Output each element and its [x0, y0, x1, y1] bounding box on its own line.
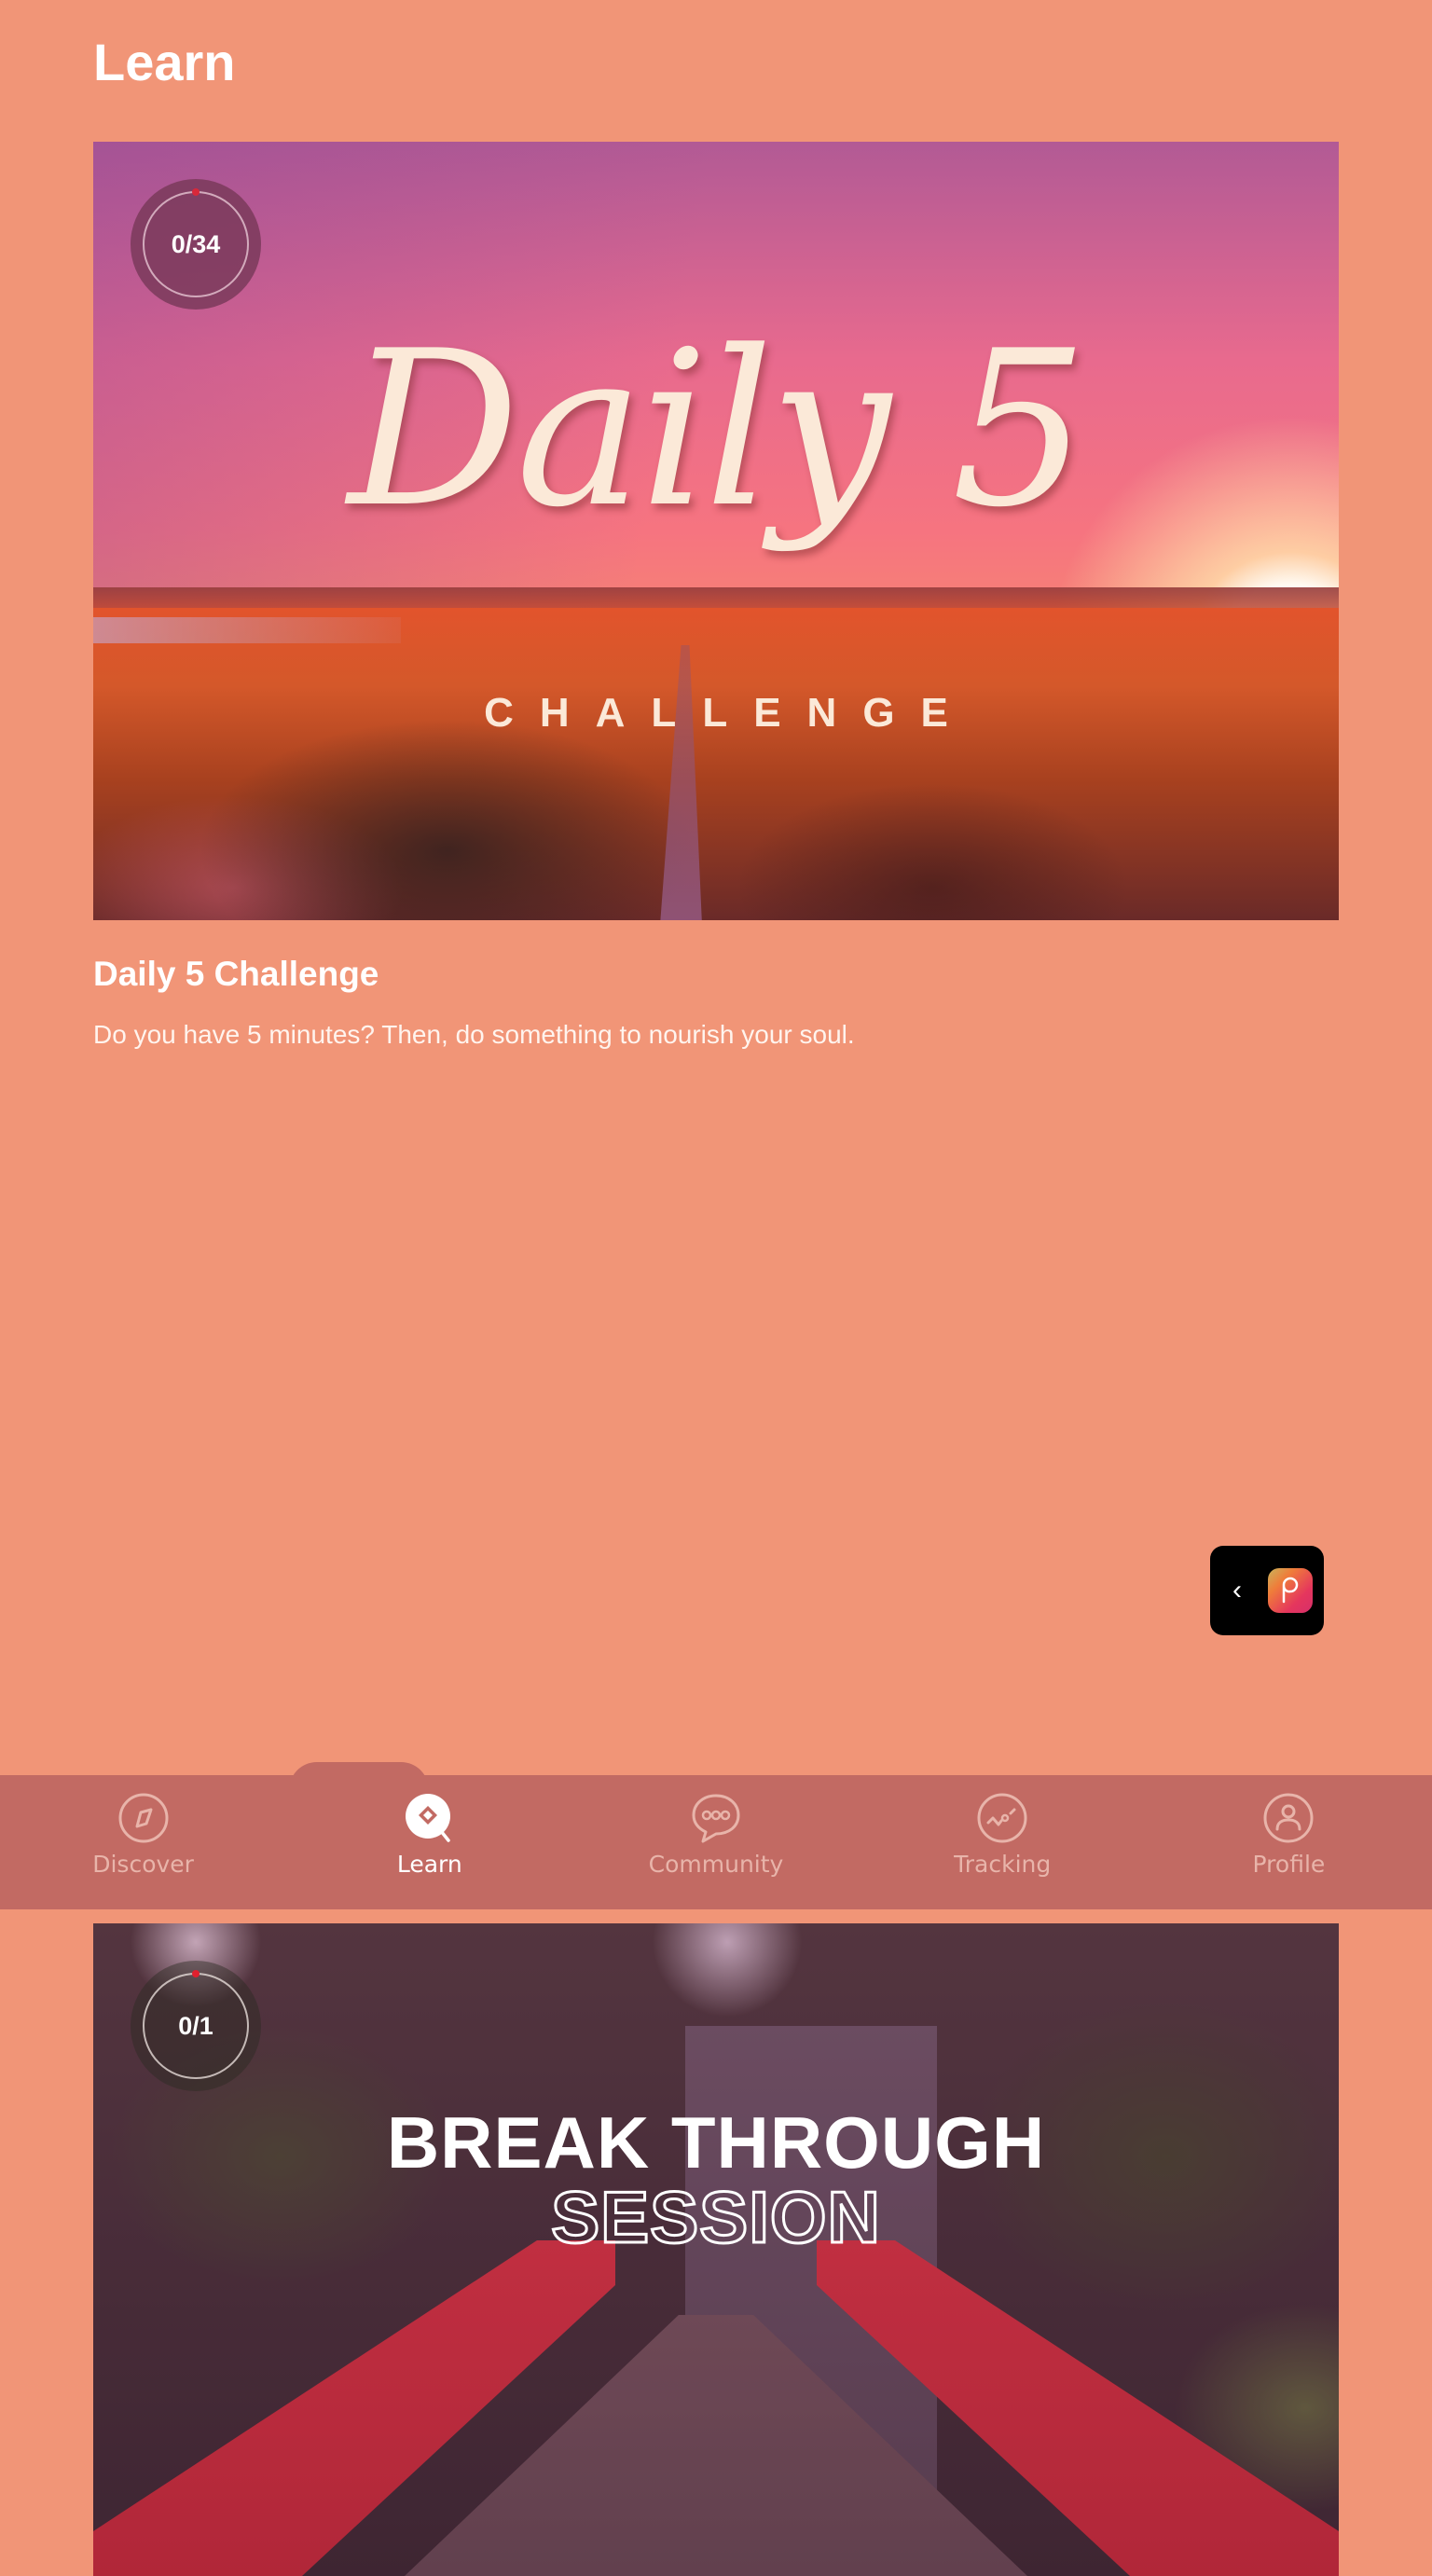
- nav-label: Profile: [1252, 1851, 1326, 1878]
- tracking-chart-icon: [977, 1793, 1027, 1843]
- banner-title: BREAK THROUGH: [386, 2101, 1046, 2183]
- learn-search-icon: [405, 1794, 450, 1842]
- profile-icon: [1263, 1793, 1314, 1843]
- progress-count: 0/1: [178, 2011, 213, 2040]
- progress-count: 0/34: [171, 229, 221, 258]
- nav-label: Tracking: [954, 1851, 1052, 1878]
- nav-item-profile[interactable]: Profile: [1146, 1775, 1432, 1909]
- app-logo-icon[interactable]: [1268, 1568, 1313, 1613]
- floating-app-widget[interactable]: ‹: [1210, 1546, 1324, 1635]
- chat-bubble-icon: [692, 1794, 740, 1843]
- nav-item-discover[interactable]: Discover: [0, 1775, 286, 1909]
- nav-label: Learn: [396, 1851, 462, 1878]
- bottom-nav: Discover Learn Community Tracking Profil…: [0, 1762, 1432, 1909]
- program-card-banner-daily-5[interactable]: Daily 5 CHALLENGE 0/34: [93, 142, 1339, 920]
- program-card-banner-break-through[interactable]: BREAK THROUGH SESSION 0/1: [93, 1923, 1339, 2576]
- page-title: Learn: [93, 33, 236, 91]
- nav-item-tracking[interactable]: Tracking: [860, 1775, 1146, 1909]
- progress-ring: 0/1: [131, 1961, 261, 2091]
- banner-subtitle: SESSION: [550, 2176, 882, 2258]
- program-title[interactable]: Daily 5 Challenge: [93, 953, 379, 996]
- banner-script-title: Daily 5: [347, 306, 1088, 555]
- compass-icon: [118, 1793, 169, 1843]
- program-description: Do you have 5 minutes? Then, do somethin…: [93, 1020, 855, 1049]
- nav-item-learn[interactable]: Learn: [286, 1775, 572, 1909]
- banner-subtitle: CHALLENGE: [484, 690, 974, 736]
- nav-label: Discover: [92, 1851, 194, 1878]
- nav-label: Community: [648, 1851, 784, 1878]
- nav-item-community[interactable]: Community: [572, 1775, 859, 1909]
- progress-ring: 0/34: [131, 179, 261, 310]
- chevron-left-icon[interactable]: ‹: [1216, 1575, 1259, 1606]
